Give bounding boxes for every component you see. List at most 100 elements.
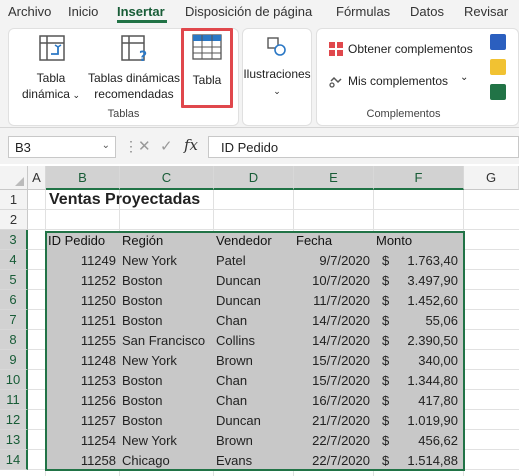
table-cell-id[interactable]: 11249 bbox=[48, 251, 120, 271]
table-cell-id[interactable]: 11254 bbox=[48, 431, 120, 451]
mis-complementos-button[interactable]: Mis complementos ⌄ bbox=[326, 72, 480, 92]
table-cell-region[interactable]: New York bbox=[122, 251, 214, 271]
tab-insertar[interactable]: Insertar bbox=[117, 4, 165, 19]
table-cell-date[interactable]: 15/7/2020 bbox=[296, 351, 374, 371]
row-header-10[interactable]: 10 bbox=[0, 370, 28, 390]
ilustraciones-button[interactable]: Ilustraciones ⌄ bbox=[242, 32, 312, 108]
table-header-cell[interactable]: ID Pedido bbox=[48, 231, 120, 251]
table-cell-amount[interactable]: $1.452,60 bbox=[376, 291, 464, 311]
name-box[interactable]: B3 ⌄ bbox=[8, 136, 116, 158]
select-all-button[interactable] bbox=[0, 166, 28, 190]
table-cell-seller[interactable]: Evans bbox=[216, 451, 294, 471]
table-cell-amount[interactable]: $456,62 bbox=[376, 431, 464, 451]
table-cell-seller[interactable]: Brown bbox=[216, 351, 294, 371]
table-cell-date[interactable]: 22/7/2020 bbox=[296, 451, 374, 471]
table-cell-amount[interactable]: $1.514,88 bbox=[376, 451, 464, 471]
table-cell-seller[interactable]: Chan bbox=[216, 311, 294, 331]
table-cell-amount[interactable]: $417,80 bbox=[376, 391, 464, 411]
table-cell-amount[interactable]: $340,00 bbox=[376, 351, 464, 371]
table-cell-amount[interactable]: $2.390,50 bbox=[376, 331, 464, 351]
tab-revisar[interactable]: Revisar bbox=[464, 4, 508, 19]
table-cell-seller[interactable]: Duncan bbox=[216, 291, 294, 311]
insert-function-button[interactable]: fx bbox=[184, 136, 198, 154]
row-header-11[interactable]: 11 bbox=[0, 390, 28, 410]
table-cell-date[interactable]: 21/7/2020 bbox=[296, 411, 374, 431]
table-cell-id[interactable]: 11255 bbox=[48, 331, 120, 351]
row-header-3[interactable]: 3 bbox=[0, 230, 28, 250]
table-cell-id[interactable]: 11258 bbox=[48, 451, 120, 471]
table-cell-id[interactable]: 11250 bbox=[48, 291, 120, 311]
table-cell-amount[interactable]: $3.497,90 bbox=[376, 271, 464, 291]
tab-disposicion-de-pagina[interactable]: Disposición de página bbox=[185, 4, 312, 19]
table-cell-region[interactable]: Boston bbox=[122, 411, 214, 431]
table-header-cell[interactable]: Monto bbox=[376, 231, 464, 251]
tab-datos[interactable]: Datos bbox=[410, 4, 444, 19]
sheet-title[interactable]: Ventas Proyectadas bbox=[49, 191, 289, 211]
column-header-b[interactable]: B bbox=[46, 166, 120, 190]
table-cell-seller[interactable]: Duncan bbox=[216, 271, 294, 291]
table-cell-region[interactable]: Boston bbox=[122, 371, 214, 391]
row-header-12[interactable]: 12 bbox=[0, 410, 28, 430]
column-header-d[interactable]: D bbox=[214, 166, 294, 190]
table-cell-date[interactable]: 14/7/2020 bbox=[296, 331, 374, 351]
table-cell-amount[interactable]: $55,06 bbox=[376, 311, 464, 331]
row-header-7[interactable]: 7 bbox=[0, 310, 28, 330]
row-header-2[interactable]: 2 bbox=[0, 210, 28, 230]
table-cell-seller[interactable]: Duncan bbox=[216, 411, 294, 431]
row-header-6[interactable]: 6 bbox=[0, 290, 28, 310]
table-cell-seller[interactable]: Patel bbox=[216, 251, 294, 271]
table-cell-id[interactable]: 11252 bbox=[48, 271, 120, 291]
table-cell-date[interactable]: 16/7/2020 bbox=[296, 391, 374, 411]
table-cell-date[interactable]: 10/7/2020 bbox=[296, 271, 374, 291]
bing-icon[interactable] bbox=[490, 59, 506, 75]
table-cell-region[interactable]: Boston bbox=[122, 311, 214, 331]
column-header-g[interactable]: G bbox=[464, 166, 519, 190]
table-cell-amount[interactable]: $1.344,80 bbox=[376, 371, 464, 391]
table-cell-id[interactable]: 11256 bbox=[48, 391, 120, 411]
table-cell-region[interactable]: Boston bbox=[122, 291, 214, 311]
tabla-dinamica-button[interactable]: Tabla dinámica ⌄ bbox=[16, 32, 86, 108]
tablas-dinamicas-recomendadas-button[interactable]: ? Tablas dinámicas recomendadas bbox=[88, 32, 180, 108]
column-header-e[interactable]: E bbox=[294, 166, 374, 190]
table-cell-id[interactable]: 11253 bbox=[48, 371, 120, 391]
table-cell-seller[interactable]: Brown bbox=[216, 431, 294, 451]
table-cell-region[interactable]: Chicago bbox=[122, 451, 214, 471]
row-header-9[interactable]: 9 bbox=[0, 350, 28, 370]
table-cell-date[interactable]: 9/7/2020 bbox=[296, 251, 374, 271]
check-icon[interactable]: ✓ bbox=[160, 137, 173, 155]
table-header-cell[interactable]: Vendedor bbox=[216, 231, 294, 251]
column-header-f[interactable]: F bbox=[374, 166, 464, 190]
tab-archivo[interactable]: Archivo bbox=[8, 4, 51, 19]
cancel-icon[interactable]: ✕ bbox=[138, 137, 151, 155]
tab-formulas[interactable]: Fórmulas bbox=[336, 4, 390, 19]
obtener-complementos-button[interactable]: Obtener complementos bbox=[326, 40, 480, 60]
table-cell-region[interactable]: Boston bbox=[122, 271, 214, 291]
table-cell-amount[interactable]: $1.763,40 bbox=[376, 251, 464, 271]
column-header-c[interactable]: C bbox=[120, 166, 214, 190]
table-cell-id[interactable]: 11251 bbox=[48, 311, 120, 331]
row-header-8[interactable]: 8 bbox=[0, 330, 28, 350]
formula-input[interactable]: ID Pedido bbox=[208, 136, 519, 158]
table-cell-region[interactable]: Boston bbox=[122, 391, 214, 411]
row-header-13[interactable]: 13 bbox=[0, 430, 28, 450]
table-cell-amount[interactable]: $1.019,90 bbox=[376, 411, 464, 431]
table-cell-seller[interactable]: Collins bbox=[216, 331, 294, 351]
table-cell-date[interactable]: 14/7/2020 bbox=[296, 311, 374, 331]
column-header-a[interactable]: A bbox=[28, 166, 46, 190]
people-graph-icon[interactable] bbox=[490, 84, 506, 100]
table-cell-seller[interactable]: Chan bbox=[216, 391, 294, 411]
table-cell-date[interactable]: 15/7/2020 bbox=[296, 371, 374, 391]
table-cell-date[interactable]: 11/7/2020 bbox=[296, 291, 374, 311]
table-header-cell[interactable]: Región bbox=[122, 231, 214, 251]
visio-icon[interactable] bbox=[490, 34, 506, 50]
drag-handle-icon[interactable]: ⋮ bbox=[124, 138, 138, 155]
row-header-5[interactable]: 5 bbox=[0, 270, 28, 290]
table-cell-seller[interactable]: Chan bbox=[216, 371, 294, 391]
row-header-4[interactable]: 4 bbox=[0, 250, 28, 270]
table-header-cell[interactable]: Fecha bbox=[296, 231, 374, 251]
table-cell-region[interactable]: San Francisco bbox=[122, 331, 214, 351]
table-cell-id[interactable]: 11257 bbox=[48, 411, 120, 431]
row-header-14[interactable]: 14 bbox=[0, 450, 28, 470]
table-cell-region[interactable]: New York bbox=[122, 431, 214, 451]
tab-inicio[interactable]: Inicio bbox=[68, 4, 98, 19]
